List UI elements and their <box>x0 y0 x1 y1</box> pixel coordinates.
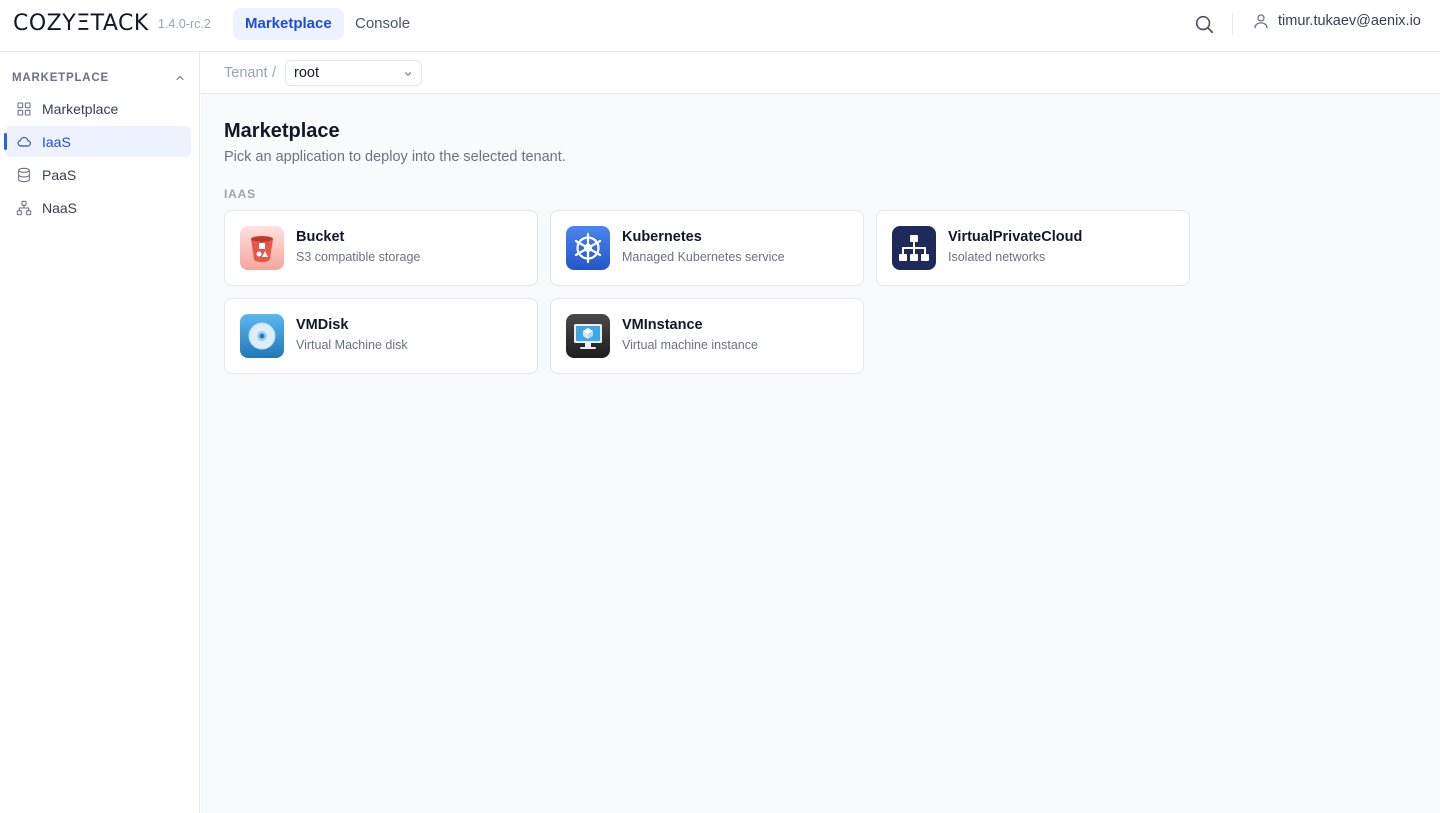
app-logo[interactable]: COZYΞTACK <box>13 11 149 36</box>
app-card-name: Kubernetes <box>622 229 702 245</box>
sidebar-item-label: PaaS <box>42 166 77 183</box>
sidebar-item-paas[interactable]: PaaS <box>5 159 191 190</box>
cloud-icon <box>17 136 31 147</box>
user-email: timur.tukaev@aenix.io <box>1278 13 1421 29</box>
page-title: Marketplace <box>224 120 340 142</box>
monitor-icon <box>566 314 610 358</box>
app-card-vminstance[interactable]: VMInstance Virtual machine instance <box>550 298 864 374</box>
version-label: 1.4.0-rc.2 <box>158 17 211 31</box>
app-card-description: S3 compatible storage <box>296 250 421 264</box>
sidebar-item-label: NaaS <box>42 199 78 216</box>
app-card-description: Virtual Machine disk <box>296 338 408 352</box>
user-icon <box>1254 14 1268 29</box>
disk-icon <box>240 314 284 358</box>
sidebar-item-iaas[interactable]: IaaS <box>4 126 191 157</box>
app-card-name: VMDisk <box>296 317 349 333</box>
network-tree-icon <box>892 226 936 270</box>
tenant-select-value: root <box>294 65 319 81</box>
sidebar-item-naas[interactable]: NaaS <box>5 192 191 223</box>
breadcrumb: Tenant / root <box>201 52 1440 94</box>
main-content: Tenant / root Marketplace Pick an applic… <box>201 52 1440 813</box>
user-menu[interactable]: timur.tukaev@aenix.io <box>1252 12 1421 30</box>
app-card-description: Managed Kubernetes service <box>622 250 785 264</box>
network-icon <box>16 200 32 215</box>
chevron-up-icon <box>176 75 184 81</box>
sidebar-section-toggle[interactable]: MARKETPLACE <box>12 70 186 86</box>
sidebar-item-marketplace[interactable]: Marketplace <box>5 93 191 124</box>
app-card-kubernetes[interactable]: Kubernetes Managed Kubernetes service <box>550 210 864 286</box>
topbar-divider <box>1232 13 1233 35</box>
app-card-virtual-private-cloud[interactable]: VirtualPrivateCloud Isolated networks <box>876 210 1190 286</box>
bucket-icon <box>240 226 284 270</box>
top-bar: COZYΞTACK 1.4.0-rc.2 Marketplace Console… <box>0 0 1440 52</box>
section-label: IAAS <box>224 187 256 201</box>
sidebar-item-label: IaaS <box>42 133 71 150</box>
sidebar: MARKETPLACE Marketplace IaaS PaaS NaaS <box>0 52 200 813</box>
app-card-vmdisk[interactable]: VMDisk Virtual Machine disk <box>224 298 538 374</box>
kubernetes-icon <box>566 226 610 270</box>
page-subtitle: Pick an application to deploy into the s… <box>224 149 566 165</box>
sidebar-item-label: Marketplace <box>42 100 119 117</box>
app-card-description: Isolated networks <box>948 250 1046 264</box>
chevron-down-icon <box>405 72 411 76</box>
app-card-name: Bucket <box>296 229 345 245</box>
search-icon <box>1195 15 1214 34</box>
sidebar-section-label: MARKETPLACE <box>12 72 109 84</box>
app-card-name: VMInstance <box>622 317 703 333</box>
tab-marketplace[interactable]: Marketplace <box>233 8 344 40</box>
app-card-bucket[interactable]: Bucket S3 compatible storage <box>224 210 538 286</box>
breadcrumb-separator: / <box>272 65 277 81</box>
app-card-name: VirtualPrivateCloud <box>948 229 1083 245</box>
database-icon <box>18 167 30 182</box>
app-card-description: Virtual machine instance <box>622 338 758 352</box>
tab-console[interactable]: Console <box>343 8 422 40</box>
grid-icon <box>17 101 31 116</box>
search-button[interactable] <box>1193 13 1215 35</box>
tenant-select[interactable]: root <box>285 60 422 86</box>
breadcrumb-tenant-label: Tenant <box>224 65 268 81</box>
